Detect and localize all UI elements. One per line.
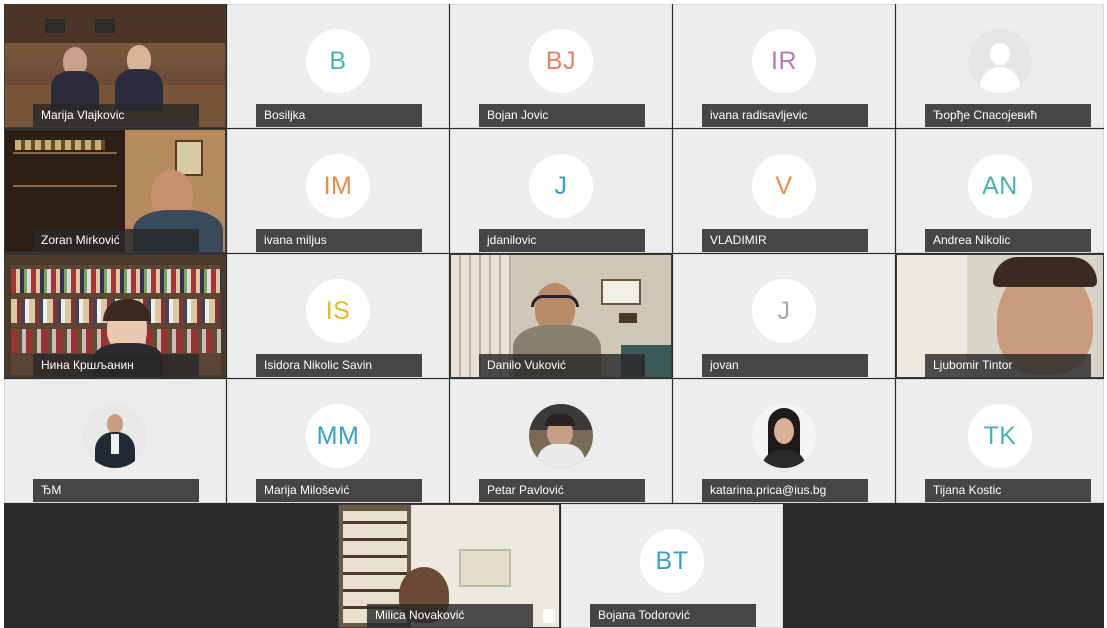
participant-tile[interactable]: J jovan [673, 254, 895, 378]
participant-tile-video[interactable]: Нина Кршљанин [4, 254, 226, 378]
participant-name: Isidora Nikolic Savin [256, 354, 422, 377]
avatar-photo [529, 404, 593, 468]
participant-name: Marija Vlajkovic [33, 104, 199, 127]
video-grid: Marija Vlajkovic B Bosiljka BJ Bojan Jov… [4, 4, 1104, 628]
participant-name: ivana radisavljevic [702, 104, 868, 127]
participant-name: Marija Milošević [256, 479, 422, 502]
avatar: IM [306, 154, 370, 218]
participant-name: Milica Novaković [367, 604, 533, 627]
participant-tile[interactable]: BT Bojana Todorović [561, 504, 783, 628]
participant-tile[interactable]: IS Isidora Nikolic Savin [227, 254, 449, 378]
participant-tile[interactable]: IR ivana radisavljevic [673, 4, 895, 128]
microphone-icon[interactable] [543, 609, 555, 623]
participant-name: Ђорђе Спасојевић [925, 104, 1091, 127]
participant-name: Tijana Kostic [925, 479, 1091, 502]
participant-name: Petar Pavlović [479, 479, 645, 502]
participant-tile-video[interactable]: Ljubomir Tintor [896, 254, 1104, 378]
avatar: J [529, 154, 593, 218]
avatar-photo [83, 404, 147, 468]
avatar: BT [640, 529, 704, 593]
participant-tile[interactable]: J jdanilovic [450, 129, 672, 253]
participant-tile[interactable]: B Bosiljka [227, 4, 449, 128]
avatar: IR [752, 29, 816, 93]
avatar: BJ [529, 29, 593, 93]
participant-tile[interactable]: ЂМ [4, 379, 226, 503]
avatar: IS [306, 279, 370, 343]
participant-name: jovan [702, 354, 868, 377]
participant-name: ЂМ [33, 479, 199, 502]
participant-name: Danilo Vuković [479, 354, 645, 377]
avatar: V [752, 154, 816, 218]
avatar: MM [306, 404, 370, 468]
participant-name: ivana miljus [256, 229, 422, 252]
participant-name: jdanilovic [479, 229, 645, 252]
participant-tile[interactable]: AN Andrea Nikolic [896, 129, 1104, 253]
participant-name: VLADIMIR [702, 229, 868, 252]
participant-tile[interactable]: BJ Bojan Jovic [450, 4, 672, 128]
participant-name: Bojan Jovic [479, 104, 645, 127]
avatar-photo [752, 404, 816, 468]
default-user-icon [968, 29, 1032, 93]
participant-name: Zoran Mirković [33, 229, 199, 252]
avatar: B [306, 29, 370, 93]
participant-tile[interactable]: TK Tijana Kostic [896, 379, 1104, 503]
participant-name: Нина Кршљанин [33, 354, 199, 377]
participant-tile[interactable]: katarina.prica@ius.bg [673, 379, 895, 503]
participant-tile[interactable]: Petar Pavlović [450, 379, 672, 503]
participant-name: Andrea Nikolic [925, 229, 1091, 252]
participant-name: Bojana Todorović [590, 604, 756, 627]
participant-tile[interactable]: Ђорђе Спасојевић [896, 4, 1104, 128]
avatar: TK [968, 404, 1032, 468]
participant-tile-video[interactable]: Marija Vlajkovic [4, 4, 226, 128]
participant-tile-video[interactable]: Danilo Vuković [450, 254, 672, 378]
participant-tile-video[interactable]: Milica Novaković [338, 504, 560, 628]
participant-tile-video[interactable]: Zoran Mirković [4, 129, 226, 253]
participant-name: Ljubomir Tintor [925, 354, 1091, 377]
avatar: J [752, 279, 816, 343]
participant-tile[interactable]: V VLADIMIR [673, 129, 895, 253]
participant-name: Bosiljka [256, 104, 422, 127]
participant-name: katarina.prica@ius.bg [702, 479, 868, 502]
avatar: AN [968, 154, 1032, 218]
participant-tile[interactable]: IM ivana miljus [227, 129, 449, 253]
participant-tile[interactable]: MM Marija Milošević [227, 379, 449, 503]
